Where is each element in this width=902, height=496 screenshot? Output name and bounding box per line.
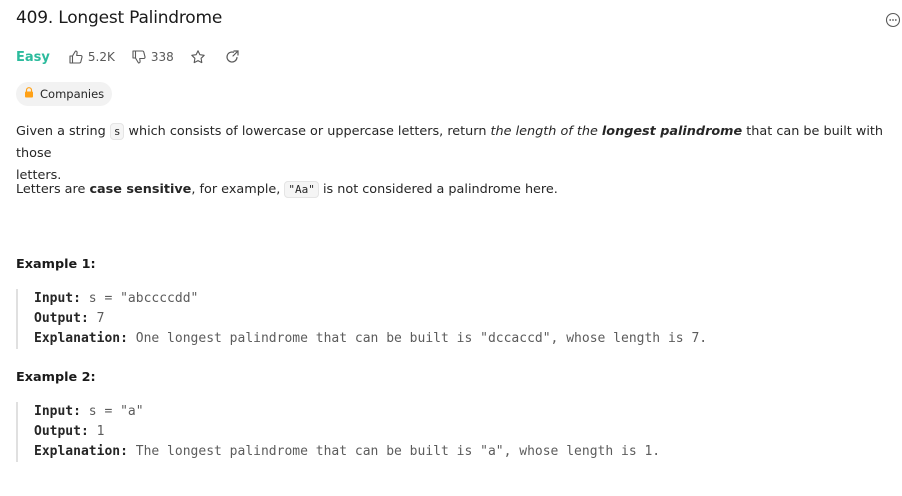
- problem-meta: Easy 5.2K 338: [16, 47, 258, 67]
- thumbs-down-icon: [131, 49, 147, 65]
- difficulty-badge: Easy: [16, 49, 50, 65]
- input-label: Input:: [34, 404, 81, 419]
- explanation-value: The longest palindrome that can be built…: [127, 444, 661, 459]
- explanation-label: Explanation:: [34, 444, 128, 459]
- output-label: Output:: [34, 311, 89, 326]
- output-value: 1: [88, 424, 105, 439]
- inline-code-aa: "Aa": [284, 181, 319, 198]
- share-button[interactable]: [224, 49, 240, 65]
- star-icon: [190, 49, 206, 65]
- like-count: 5.2K: [87, 50, 115, 64]
- description-paragraph-2: Letters are case sensitive, for example,…: [16, 179, 558, 201]
- desc-text: Given a string: [16, 124, 110, 139]
- inline-code-s: s: [109, 123, 125, 140]
- explanation-value: One longest palindrome that can be built…: [127, 331, 708, 346]
- description-paragraph-1: Given a string s which consists of lower…: [16, 121, 886, 187]
- input-value: s = "a": [80, 404, 144, 419]
- example-2-title: Example 2:: [16, 370, 96, 385]
- companies-label: Companies: [40, 87, 105, 101]
- explanation-label: Explanation:: [34, 331, 128, 346]
- example-2-block: Input: s = "a" Output: 1 Explanation: Th…: [16, 402, 660, 462]
- desc-text: Letters are: [16, 182, 90, 197]
- desc-strong-emphasis: longest palindrome: [601, 124, 743, 139]
- output-value: 7: [88, 311, 105, 326]
- example-1-block: Input: s = "abccccdd" Output: 7 Explanat…: [16, 289, 707, 349]
- desc-emphasis: the length of the: [490, 124, 602, 139]
- output-label: Output:: [34, 424, 89, 439]
- example-1-title: Example 1:: [16, 257, 96, 272]
- like-button[interactable]: 5.2K: [68, 49, 115, 65]
- desc-text: which consists of lowercase or uppercase…: [124, 124, 491, 139]
- favorite-button[interactable]: [190, 49, 206, 65]
- lock-icon: [24, 87, 34, 101]
- desc-text: is not considered a palindrome here.: [318, 182, 558, 197]
- more-icon[interactable]: [885, 12, 901, 28]
- problem-title: 409. Longest Palindrome: [16, 8, 223, 28]
- input-label: Input:: [34, 291, 81, 306]
- input-value: s = "abccccdd": [80, 291, 199, 306]
- dislike-count: 338: [150, 50, 174, 64]
- share-icon: [224, 49, 240, 65]
- dislike-button[interactable]: 338: [131, 49, 174, 65]
- desc-strong: case sensitive: [89, 182, 192, 197]
- desc-text: , for example,: [191, 182, 285, 197]
- thumbs-up-icon: [68, 49, 84, 65]
- companies-tag[interactable]: Companies: [16, 82, 113, 106]
